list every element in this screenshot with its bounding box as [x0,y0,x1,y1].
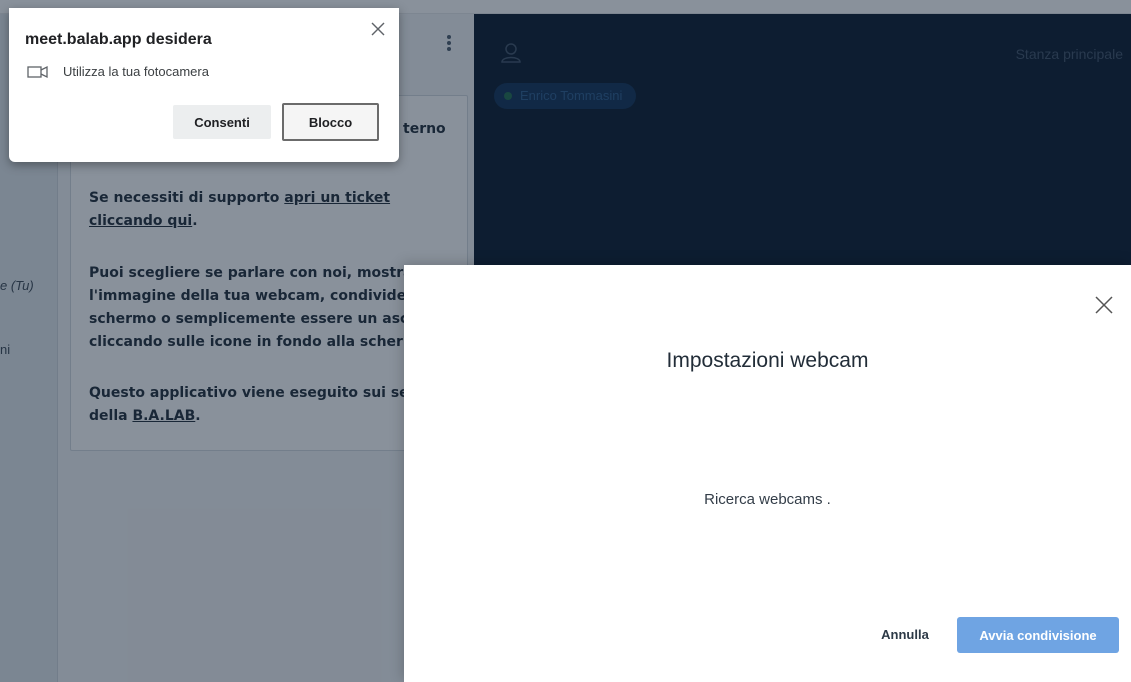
permission-title: meet.balab.app desidera [25,31,212,48]
webcam-settings-modal: Impostazioni webcam Ricerca webcams . An… [404,265,1131,682]
permission-description: Utilizza la tua fotocamera [63,64,209,79]
cancel-button[interactable]: Annulla [870,624,940,644]
camera-permission-prompt: meet.balab.app desidera Utilizza la tua … [9,8,399,162]
block-button[interactable]: Blocco [282,103,379,141]
allow-button[interactable]: Consenti [173,105,271,139]
close-icon[interactable] [369,20,387,38]
camera-icon [27,65,48,79]
close-icon[interactable] [1093,294,1115,316]
webcam-search-status: Ricerca webcams . [704,491,831,508]
start-sharing-button[interactable]: Avvia condivisione [957,617,1119,653]
modal-title: Impostazioni webcam [666,349,869,372]
